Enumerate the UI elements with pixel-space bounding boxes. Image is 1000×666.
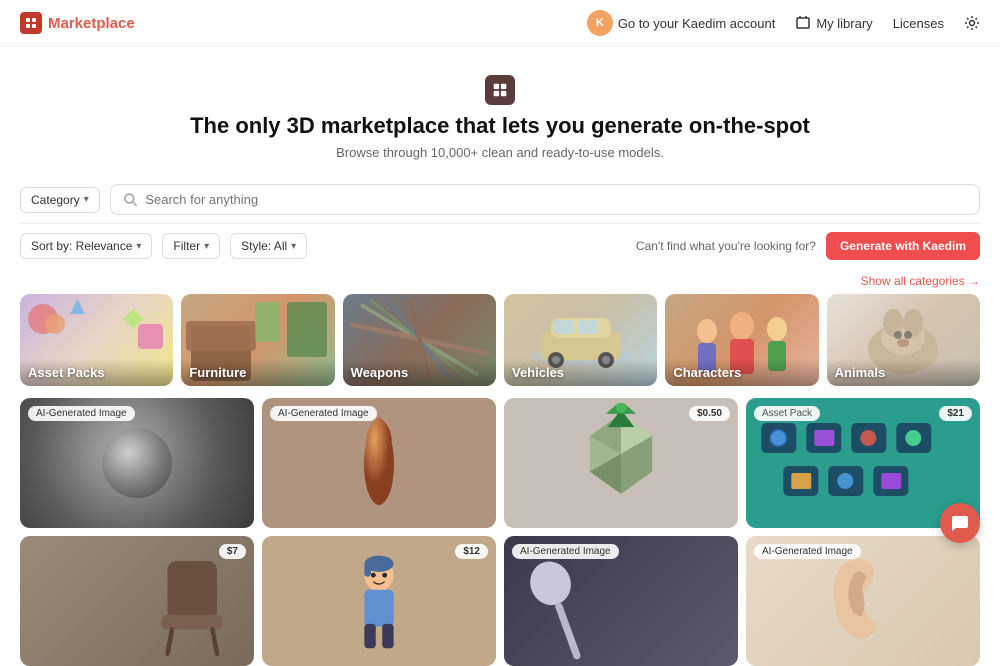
account-nav-label: Go to your Kaedim account <box>618 16 776 31</box>
header-nav: K Go to your Kaedim account My library L… <box>587 10 980 36</box>
product-badge-sphere: AI-Generated Image <box>28 406 135 421</box>
logo-icon <box>20 12 42 34</box>
sort-arrow-icon: ▾ <box>136 241 141 252</box>
logo-text: Marketplace <box>48 15 135 32</box>
hero-icon <box>485 75 515 105</box>
gem-svg <box>581 403 661 518</box>
chat-button[interactable] <box>940 503 980 543</box>
sphere-shape <box>102 428 172 498</box>
category-dropdown[interactable]: Category ▾ <box>20 187 100 213</box>
search-icon <box>123 192 138 207</box>
category-card-furniture[interactable]: Furniture <box>181 294 334 386</box>
ear-svg <box>826 546 901 646</box>
products-grid: AI-Generated Image AI-Generated Image $0… <box>0 386 1000 666</box>
product-card-chair[interactable]: $7 <box>20 536 254 666</box>
product-card-spoon[interactable]: AI-Generated Image <box>504 536 738 666</box>
licenses-nav-item[interactable]: Licenses <box>893 16 944 31</box>
category-card-animals[interactable]: Animals <box>827 294 980 386</box>
library-nav-label: My library <box>816 16 872 31</box>
filter-arrow-icon: ▾ <box>204 241 209 252</box>
categories-grid: Asset Packs Furniture Weapons <box>0 294 1000 386</box>
chair-svg <box>154 551 244 661</box>
product-card-sphere[interactable]: AI-Generated Image <box>20 398 254 528</box>
sort-dropdown[interactable]: Sort by: Relevance ▾ <box>20 233 152 259</box>
category-label-animals: Animals <box>827 359 980 386</box>
style-label: Style: All <box>241 239 287 253</box>
product-card-character[interactable]: $12 <box>262 536 496 666</box>
settings-nav-item[interactable] <box>964 15 980 31</box>
avatar: K <box>587 10 613 36</box>
category-arrow-icon: ▾ <box>84 194 89 205</box>
logo[interactable]: Marketplace <box>20 12 135 34</box>
generate-button[interactable]: Generate with Kaedim <box>826 232 980 260</box>
hero-section: The only 3D marketplace that lets you ge… <box>0 47 1000 176</box>
category-label-characters: Characters <box>665 359 818 386</box>
filter-dropdown[interactable]: Filter ▾ <box>162 233 220 259</box>
category-label-weapons: Weapons <box>343 359 496 386</box>
tech-svg <box>751 418 962 508</box>
category-card-characters[interactable]: Characters <box>665 294 818 386</box>
product-card-vase[interactable]: AI-Generated Image <box>262 398 496 528</box>
search-input[interactable] <box>145 192 967 207</box>
category-label-asset-packs: Asset Packs <box>20 359 173 386</box>
library-nav-item[interactable]: My library <box>795 15 872 31</box>
hero-title: The only 3D marketplace that lets you ge… <box>20 113 980 139</box>
search-box <box>110 184 980 215</box>
style-dropdown[interactable]: Style: All ▾ <box>230 233 307 259</box>
product-price-gem: $0.50 <box>689 406 730 421</box>
sort-label: Sort by: Relevance <box>31 239 132 253</box>
category-card-weapons[interactable]: Weapons <box>343 294 496 386</box>
cant-find-text: Can't find what you're looking for? <box>636 239 816 253</box>
product-card-ear[interactable]: AI-Generated Image <box>746 536 980 666</box>
category-label-vehicles: Vehicles <box>504 359 657 386</box>
category-card-asset-packs[interactable]: Asset Packs <box>20 294 173 386</box>
settings-icon <box>964 15 980 31</box>
header: Marketplace K Go to your Kaedim account … <box>0 0 1000 47</box>
category-card-vehicles[interactable]: Vehicles <box>504 294 657 386</box>
hero-subtitle: Browse through 10,000+ clean and ready-t… <box>20 145 980 160</box>
character-svg <box>347 546 412 666</box>
category-label: Category <box>31 193 80 207</box>
spoon-svg <box>516 550 607 666</box>
filter-label: Filter <box>173 239 200 253</box>
category-label-furniture: Furniture <box>181 359 334 386</box>
search-row: Category ▾ <box>0 184 1000 215</box>
filters-row: Sort by: Relevance ▾ Filter ▾ Style: All… <box>0 224 1000 268</box>
show-all-categories-link[interactable]: Show all categories → <box>861 274 980 288</box>
library-icon <box>795 15 811 31</box>
product-card-gem[interactable]: $0.50 <box>504 398 738 528</box>
style-arrow-icon: ▾ <box>291 241 296 252</box>
account-nav-item[interactable]: K Go to your Kaedim account <box>587 10 776 36</box>
chat-icon <box>950 513 970 533</box>
categories-header: Show all categories → <box>0 268 1000 294</box>
product-price-character: $12 <box>455 544 488 559</box>
licenses-nav-label: Licenses <box>893 16 944 31</box>
vase-svg <box>349 406 409 514</box>
